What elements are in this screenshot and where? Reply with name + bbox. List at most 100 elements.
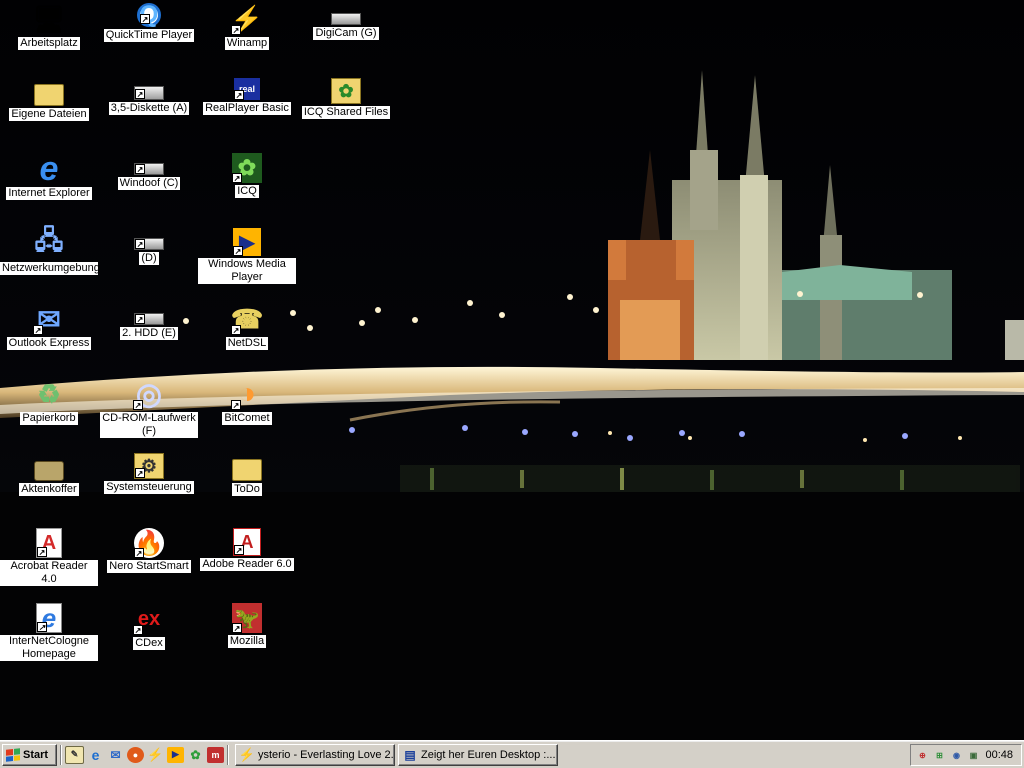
drive-icon: ↗ — [134, 163, 164, 175]
folder-flower-icon: ✿ — [331, 78, 361, 104]
media-player-icon[interactable]: ▶ — [167, 746, 184, 763]
icq-icon[interactable]: ✿ — [187, 747, 204, 763]
desktop-icon[interactable]: ↗ Windoof (C) — [100, 153, 198, 190]
desktop-icon-label: Adobe Reader 6.0 — [200, 558, 294, 571]
desktop-icon[interactable]: ToDo — [198, 453, 296, 496]
desktop-icon-label: ICQ Shared Files — [301, 106, 391, 119]
drive-icon: ↗ — [134, 238, 164, 250]
desktop-icon[interactable]: ✿ ICQ Shared Files — [297, 78, 395, 119]
desktop-icon-label: Eigene Dateien — [9, 108, 89, 121]
drive-icon — [331, 13, 361, 25]
desktop-icon-label: Mozilla — [227, 635, 267, 648]
desktop-icon-label: ICQ — [235, 185, 259, 198]
winamp-icon: ⚡ — [238, 746, 256, 762]
shortcut-arrow-icon: ↗ — [37, 547, 47, 557]
desktop-icon[interactable]: 🔥 ↗ Nero StartSmart — [100, 528, 198, 573]
adobe-reader-icon: A ↗ — [233, 528, 261, 556]
desktop-icon[interactable]: ▶ ↗ Windows Media Player — [198, 228, 296, 284]
my-computer-icon: 🖥 — [32, 3, 66, 34]
desktop-icon[interactable]: ↗ 2. HDD (E) — [100, 303, 198, 340]
desktop-icon[interactable]: 🖧 Netzwerkumgebung — [0, 225, 100, 275]
nero-icon: 🔥 ↗ — [134, 528, 164, 558]
desktop-icon[interactable]: Aktenkoffer — [0, 453, 98, 496]
desktop-icon[interactable]: ✉ ↗ Outlook Express — [0, 303, 98, 350]
shortcut-arrow-icon: ↗ — [133, 400, 143, 410]
speaker-icon[interactable]: ◉ — [949, 748, 964, 763]
desktop-icon[interactable]: Eigene Dateien — [0, 78, 98, 121]
shortcut-arrow-icon: ↗ — [135, 89, 145, 99]
desktop-icon[interactable]: ⚙ ↗ Systemsteuerung — [100, 453, 198, 494]
shortcut-arrow-icon: ↗ — [231, 400, 241, 410]
network-icon: 🖧 — [34, 225, 64, 255]
mozilla-icon[interactable]: m — [207, 746, 224, 763]
desktop-icon-label: CDex — [133, 637, 165, 650]
desktop-icon-label: Systemsteuerung — [104, 481, 194, 494]
winamp-icon: ⚡ ↗ — [230, 3, 264, 35]
nero-icon[interactable]: ● — [127, 746, 144, 763]
taskbar-task-button[interactable]: ⚡ ysterio - Everlasting Love 2... — [235, 743, 395, 766]
taskbar-separator — [60, 744, 62, 765]
desktop-icon[interactable]: DigiCam (G) — [297, 3, 395, 40]
desktop-icon-label: Arbeitsplatz — [18, 37, 80, 50]
desktop-icon[interactable]: ◑ ↗ BitComet — [198, 377, 296, 425]
shortcut-arrow-icon: ↗ — [37, 622, 47, 632]
desktop-icon-label: Winamp — [224, 37, 270, 50]
desktop-icon-label: QuickTime Player — [103, 29, 195, 42]
drive-icon: ↗ — [134, 313, 164, 325]
desktop-icon-label: BitComet — [222, 412, 272, 425]
clock[interactable]: 00:48 — [985, 749, 1013, 761]
task-list: ⚡ ysterio - Everlasting Love 2... ▤ Zeigt h… — [232, 743, 558, 766]
desktop-icon[interactable]: 🦖 ↗ Mozilla — [198, 603, 296, 648]
desktop-icon[interactable]: ♻ Papierkorb — [0, 378, 98, 425]
media-player-icon: ▶ ↗ — [233, 228, 261, 256]
internet-explorer-icon: e — [39, 149, 59, 188]
icq-icon: ✿ ↗ — [232, 153, 262, 183]
desktop-icon[interactable]: Q↗QuickTime Player — [100, 1, 198, 42]
desktop-icon-label: Windows Media Player — [198, 258, 296, 284]
desktop-icon-label: Papierkorb — [20, 412, 78, 425]
taskbar-task-button[interactable]: ▤ Zeigt her Euren Desktop :... — [398, 743, 558, 766]
bitcomet-icon: ◑ ↗ — [231, 377, 257, 410]
quicktime-icon: Q↗ — [137, 1, 161, 28]
internet-explorer-icon[interactable]: e — [87, 747, 104, 763]
shortcut-arrow-icon: ↗ — [234, 545, 244, 555]
quick-launch-bar: ✎ e ✉ ● ⚡ ▶ ✿ m — [65, 745, 224, 764]
desktop-icon-label: RealPlayer Basic — [203, 102, 291, 115]
desktop-icon[interactable]: ↗ (D) — [100, 228, 198, 265]
desktop-icon[interactable]: ⚡ ↗ Winamp — [198, 3, 296, 50]
outlook-icon[interactable]: ✉ — [107, 747, 124, 763]
shortcut-arrow-icon: ↗ — [135, 164, 145, 174]
show-desktop-icon[interactable]: ✎ — [65, 745, 84, 764]
taskbar: Start ✎ e ✉ ● ⚡ ▶ ✿ m ⚡ ysterio - Everlas… — [0, 740, 1024, 768]
desktop-icon[interactable]: ↗ 3,5-Diskette (A) — [100, 78, 198, 115]
desktop-icon[interactable]: ◎ ↗ CD-ROM-Laufwerk (F) — [100, 378, 198, 438]
desktop-icon[interactable]: ✿ ↗ ICQ — [198, 153, 296, 198]
desktop-icon[interactable]: e Internet Explorer — [0, 149, 98, 200]
desktop-icon[interactable]: ☎ ↗ NetDSL — [198, 303, 296, 350]
winamp-icon[interactable]: ⚡ — [147, 747, 164, 763]
shortcut-arrow-icon: ↗ — [135, 239, 145, 249]
shortcut-arrow-icon: ↗ — [231, 25, 241, 35]
desktop-icon[interactable]: e ↗ InterNetCologne Homepage — [0, 603, 98, 661]
taskbar-task-label: Zeigt her Euren Desktop :... — [421, 748, 556, 761]
control-panel-icon: ⚙ ↗ — [134, 453, 164, 479]
floppy-icon: ↗ — [134, 86, 164, 100]
desktop-icon[interactable]: 🖥 Arbeitsplatz — [0, 3, 98, 50]
desktop-icon[interactable]: ex ↗ CDex — [100, 603, 198, 650]
desktop-icon[interactable]: A ↗ Adobe Reader 6.0 — [198, 528, 296, 571]
briefcase-icon — [34, 461, 64, 481]
start-button[interactable]: Start — [2, 743, 57, 766]
folder-icon — [34, 84, 64, 106]
phone-icon: ☎ ↗ — [230, 303, 264, 335]
display-icon[interactable]: ▣ — [966, 748, 981, 763]
desktop-icon[interactable]: real ↗ RealPlayer Basic — [198, 78, 296, 115]
desktop-icon-label: InterNetCologne Homepage — [0, 635, 98, 661]
desktop-icon-label: DigiCam (G) — [313, 27, 379, 40]
shortcut-arrow-icon: ↗ — [231, 325, 241, 335]
network-tray-icon[interactable]: ⊞ — [932, 748, 947, 763]
desktop-icon[interactable]: A ↗ Acrobat Reader 4.0 — [0, 528, 98, 586]
realplayer-icon: real ↗ — [234, 78, 260, 100]
ie-link-icon: e ↗ — [36, 603, 62, 633]
shortcut-arrow-icon: ↗ — [233, 246, 243, 256]
connection-icon[interactable]: ⊕ — [915, 748, 930, 763]
